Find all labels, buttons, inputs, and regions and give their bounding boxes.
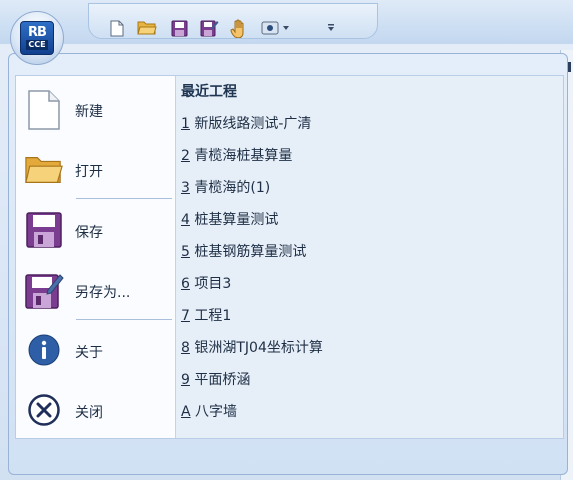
- new-file-icon: [28, 90, 60, 130]
- qat-view-button[interactable]: [261, 18, 291, 38]
- menu-about-icon-wrap: [24, 328, 64, 372]
- application-button[interactable]: RB CCE: [10, 11, 64, 65]
- info-icon: [28, 334, 60, 366]
- menu-close-button[interactable]: 关闭: [16, 382, 175, 438]
- hand-icon: [230, 19, 244, 38]
- recent-item-name: 平面桥涵: [194, 372, 251, 388]
- menu-save-as-icon-wrap: [24, 268, 64, 312]
- menu-save-as-label: 另存为...: [75, 285, 131, 301]
- recent-item-name: 桩基算量测试: [194, 212, 279, 228]
- menu-about-button[interactable]: 关于: [16, 322, 175, 378]
- recent-project-item[interactable]: 4 桩基算量测试: [181, 209, 278, 229]
- menu-separator: [76, 319, 172, 320]
- recent-item-name: 青榄海桩基算量: [194, 148, 293, 164]
- recent-project-item[interactable]: 9 平面桥涵: [181, 369, 250, 389]
- qat-customize-button[interactable]: [321, 18, 341, 38]
- new-file-icon: [110, 20, 124, 36]
- qat-open-button[interactable]: [137, 18, 157, 38]
- menu-separator: [76, 198, 172, 199]
- recent-item-name: 八字墙: [195, 404, 238, 420]
- recent-project-item[interactable]: A 八字墙: [181, 401, 237, 421]
- recent-item-number: A: [181, 404, 191, 420]
- menu-open-icon-wrap: [24, 148, 64, 192]
- save-icon: [26, 212, 62, 248]
- qat-hand-button[interactable]: [229, 18, 249, 38]
- logo-text-top: RB: [28, 25, 47, 40]
- recent-item-number: 3: [181, 180, 190, 196]
- menu-open-button[interactable]: 打开: [16, 142, 175, 198]
- menu-save-as-button[interactable]: 另存为...: [16, 262, 175, 318]
- qat-save-button[interactable]: [169, 18, 189, 38]
- menu-close-label: 关闭: [75, 405, 103, 421]
- quick-access-toolbar: [88, 3, 378, 39]
- menu-save-button[interactable]: 保存: [16, 202, 175, 258]
- recent-project-item[interactable]: 1 新版线路测试-广清: [181, 113, 311, 133]
- qat-save-as-button[interactable]: [199, 18, 219, 38]
- recent-projects-panel: 最近工程 1 新版线路测试-广清 2 青榄海桩基算量 3 青榄海的(1) 4 桩…: [175, 76, 563, 438]
- menu-new-label: 新建: [75, 104, 103, 120]
- recent-projects-title: 最近工程: [181, 84, 237, 100]
- recent-project-item[interactable]: 7 工程1: [181, 305, 231, 325]
- recent-item-number: 6: [181, 276, 190, 292]
- save-as-icon: [200, 20, 218, 37]
- recent-item-number: 9: [181, 372, 190, 388]
- recent-item-name: 桩基钢筋算量测试: [194, 244, 307, 260]
- recent-project-item[interactable]: 3 青榄海的(1): [181, 177, 270, 197]
- save-as-icon: [25, 274, 64, 309]
- title-bar: [0, 0, 573, 44]
- recent-item-number: 4: [181, 212, 190, 228]
- open-folder-icon: [25, 157, 63, 183]
- logo-text-bottom: CCE: [26, 40, 48, 50]
- recent-item-name: 工程1: [194, 308, 232, 324]
- menu-save-label: 保存: [75, 225, 103, 241]
- recent-project-item[interactable]: 6 项目3: [181, 273, 231, 293]
- menu-body: 新建 打开 保存 另存为... 关于 关闭 最近工程 1 新版线路测试-广清 2…: [15, 75, 564, 439]
- menu-close-icon-wrap: [24, 388, 64, 432]
- view-icon: [261, 21, 289, 35]
- recent-project-item[interactable]: 8 银洲湖TJ04坐标计算: [181, 337, 323, 357]
- recent-item-number: 8: [181, 340, 190, 356]
- recent-item-number: 2: [181, 148, 190, 164]
- recent-item-number: 7: [181, 308, 190, 324]
- menu-commands: 新建 打开 保存 另存为... 关于 关闭: [16, 76, 175, 438]
- app-logo: RB CCE: [20, 21, 54, 55]
- recent-item-name: 青榄海的(1): [194, 180, 271, 196]
- recent-item-number: 5: [181, 244, 190, 260]
- recent-project-item[interactable]: 2 青榄海桩基算量: [181, 145, 292, 165]
- menu-open-label: 打开: [75, 164, 103, 180]
- menu-about-label: 关于: [75, 345, 103, 361]
- menu-new-button[interactable]: 新建: [16, 82, 175, 138]
- menu-new-icon-wrap: [24, 88, 64, 132]
- application-menu: 新建 打开 保存 另存为... 关于 关闭 最近工程 1 新版线路测试-广清 2…: [8, 53, 568, 475]
- save-icon: [171, 20, 187, 36]
- recent-item-name: 项目3: [194, 276, 232, 292]
- open-folder-icon: [137, 21, 157, 35]
- recent-project-item[interactable]: 5 桩基钢筋算量测试: [181, 241, 306, 261]
- close-icon: [28, 394, 60, 426]
- customize-dropdown-icon: [328, 24, 334, 31]
- recent-item-number: 1: [181, 116, 190, 132]
- recent-item-name: 新版线路测试-广清: [194, 116, 312, 132]
- menu-save-icon-wrap: [24, 208, 64, 252]
- qat-new-button[interactable]: [107, 18, 127, 38]
- recent-item-name: 银洲湖TJ04坐标计算: [194, 340, 323, 356]
